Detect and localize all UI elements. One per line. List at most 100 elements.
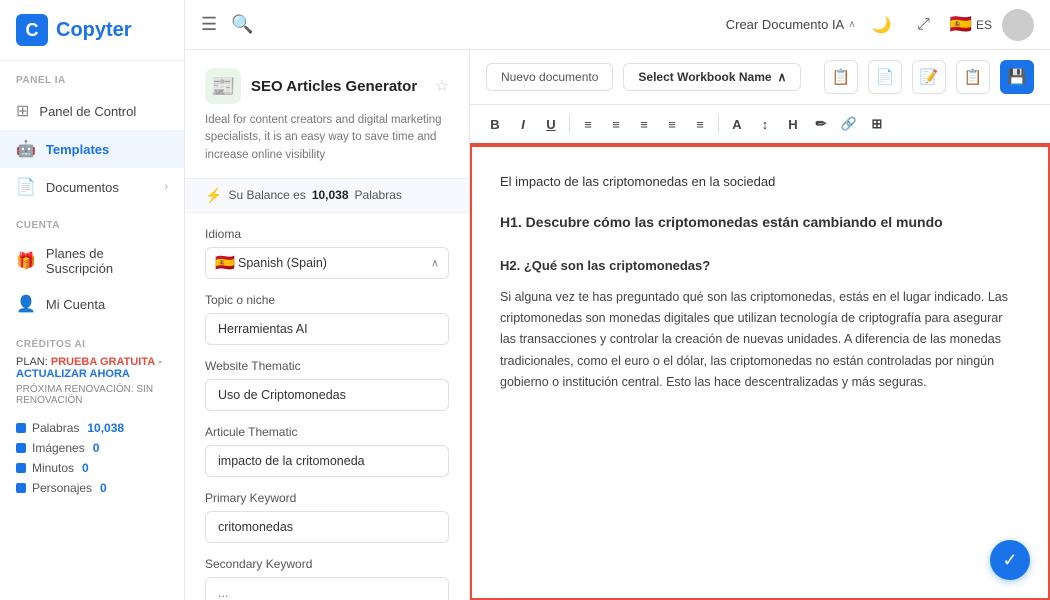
edit-button[interactable]: 📝 <box>912 60 946 94</box>
editor-topbar: Nuevo documento Select Workbook Name ∧ 📋… <box>470 50 1050 105</box>
plan-type: PRUEBA GRATUITA <box>51 356 155 368</box>
primary-keyword-input[interactable] <box>205 511 449 543</box>
credit-label: Imágenes <box>32 441 85 455</box>
bold-button[interactable]: B <box>482 111 508 137</box>
crear-chevron-icon: ∧ <box>848 19 855 30</box>
doc-name-button[interactable]: Nuevo documento <box>486 63 613 91</box>
moon-icon[interactable]: 🌙 <box>866 9 898 41</box>
article-label: Articule Thematic <box>205 425 449 439</box>
align-right-button[interactable]: ≡ <box>631 111 657 137</box>
lightning-icon: ⚡ <box>205 187 222 204</box>
grid-icon: ⊞ <box>16 101 29 121</box>
topic-input[interactable] <box>205 313 449 345</box>
form-template-icon: 📰 <box>205 68 241 104</box>
topbar: ☰ 🔍 Crear Documento IA ∧ 🌙 ⤢ 🇪🇸 ES <box>185 0 1050 50</box>
credit-value: 0 <box>93 441 100 455</box>
topbar-right: Crear Documento IA ∧ 🌙 ⤢ 🇪🇸 ES <box>726 9 1034 41</box>
pen-button[interactable]: ✏ <box>808 111 834 137</box>
star-icon[interactable]: ☆ <box>435 76 449 96</box>
credit-dot <box>16 423 26 433</box>
editor-wrapper: B I U ≡ ≡ ≡ ≡ ≡ A ↕ H ✏ 🔗 ⊞ <box>470 105 1050 600</box>
credit-row-minutos: Minutos 0 <box>0 458 184 478</box>
logo-area: C Copyter <box>0 0 184 61</box>
content-h2: H2. ¿Qué son las criptomonedas? <box>500 255 1020 277</box>
credit-dot <box>16 463 26 473</box>
primary-label: Primary Keyword <box>205 491 449 505</box>
credit-label: Minutos <box>32 461 74 475</box>
editor-panel: Nuevo documento Select Workbook Name ∧ 📋… <box>470 50 1050 600</box>
copy-button[interactable]: 📋 <box>824 60 858 94</box>
crear-documento-button[interactable]: Crear Documento IA ∧ <box>726 17 856 32</box>
primary-section: Primary Keyword <box>185 477 469 543</box>
lang-code: ES <box>976 18 992 32</box>
sidebar-item-planes[interactable]: 🎁 Planes de Suscripción <box>0 237 184 285</box>
align-left-button[interactable]: ≡ <box>575 111 601 137</box>
balance-prefix: Su Balance es <box>228 188 305 202</box>
gift-icon: 🎁 <box>16 251 36 271</box>
editor-content-area[interactable]: El impacto de las criptomonedas en la so… <box>470 145 1050 600</box>
ai-icon: 🤖 <box>16 139 36 159</box>
share-button[interactable]: 📋 <box>956 60 990 94</box>
idioma-select[interactable]: Spanish (Spain) English (US) French (Fra… <box>205 247 449 279</box>
website-label: Website Thematic <box>205 359 449 373</box>
editor-toolbar: B I U ≡ ≡ ≡ ≡ ≡ A ↕ H ✏ 🔗 ⊞ <box>470 105 1050 145</box>
underline-button[interactable]: U <box>538 111 564 137</box>
user-icon: 👤 <box>16 294 36 314</box>
doc-icon: 📄 <box>16 177 36 197</box>
form-header: 📰 SEO Articles Generator ☆ Ideal for con… <box>185 50 469 179</box>
heading-button[interactable]: H <box>780 111 806 137</box>
sidebar-item-mi-cuenta[interactable]: 👤 Mi Cuenta <box>0 285 184 323</box>
credit-value: 0 <box>82 461 89 475</box>
download-button[interactable]: 📄 <box>868 60 902 94</box>
sidebar-item-label: Mi Cuenta <box>46 297 105 312</box>
article-section: Articule Thematic <box>185 411 469 477</box>
credit-label: Palabras <box>32 421 79 435</box>
creditos-label: CRÉDITOS AI <box>16 339 168 356</box>
sidebar-item-documentos[interactable]: 📄 Documentos › <box>0 168 184 206</box>
panel-ia-label: PANEL IA <box>0 61 184 92</box>
content-area: 📰 SEO Articles Generator ☆ Ideal for con… <box>185 50 1050 600</box>
avatar[interactable] <box>1002 9 1034 41</box>
plan-text: PLAN: PRUEBA GRATUITA - ACTUALIZAR AHORA <box>16 356 168 380</box>
link-button[interactable]: 🔗 <box>836 111 862 137</box>
website-section: Website Thematic <box>185 345 469 411</box>
align-center-button[interactable]: ≡ <box>603 111 629 137</box>
table-button[interactable]: ⊞ <box>864 111 890 137</box>
font-color-button[interactable]: A <box>724 111 750 137</box>
list-button[interactable]: ≡ <box>687 111 713 137</box>
search-icon[interactable]: 🔍 <box>231 14 253 35</box>
workbook-chevron-icon: ∧ <box>778 70 787 84</box>
expand-icon[interactable]: ⤢ <box>908 9 940 41</box>
sidebar-item-templates[interactable]: 🤖 Templates <box>0 130 184 168</box>
idioma-select-wrapper: 🇪🇸 Spanish (Spain) English (US) French (… <box>205 247 449 279</box>
credit-label: Personajes <box>32 481 92 495</box>
logo-icon: C <box>16 14 48 46</box>
credit-dot <box>16 443 26 453</box>
fab-check-button[interactable]: ✓ <box>990 540 1030 580</box>
chevron-right-icon: › <box>164 181 168 193</box>
balance-value: 10,038 <box>312 188 349 202</box>
save-button[interactable]: 💾 <box>1000 60 1034 94</box>
website-input[interactable] <box>205 379 449 411</box>
justify-button[interactable]: ≡ <box>659 111 685 137</box>
crear-label: Crear Documento IA <box>726 17 845 32</box>
secondary-section: Secondary Keyword <box>185 543 469 600</box>
italic-button[interactable]: I <box>510 111 536 137</box>
flag-icon: 🇪🇸 <box>950 14 972 35</box>
credit-value: 0 <box>100 481 107 495</box>
article-input[interactable] <box>205 445 449 477</box>
sidebar-item-label: Planes de Suscripción <box>46 246 168 276</box>
workbook-select-button[interactable]: Select Workbook Name ∧ <box>623 63 801 91</box>
renovacion-text: PRÓXIMA RENOVACIÓN: SIN RENOVACIÓN <box>16 384 168 406</box>
font-size-button[interactable]: ↕ <box>752 111 778 137</box>
language-flag[interactable]: 🇪🇸 ES <box>950 14 992 35</box>
menu-icon[interactable]: ☰ <box>201 14 217 35</box>
idioma-label: Idioma <box>205 227 449 241</box>
plan-action-link[interactable]: ACTUALIZAR AHORA <box>16 368 130 380</box>
form-title-row: 📰 SEO Articles Generator ☆ <box>205 68 449 104</box>
sidebar-item-panel-control[interactable]: ⊞ Panel de Control <box>0 92 184 130</box>
plan-box: CRÉDITOS AI PLAN: PRUEBA GRATUITA - ACTU… <box>0 327 184 418</box>
check-icon: ✓ <box>1002 550 1017 571</box>
credit-dot <box>16 483 26 493</box>
secondary-keyword-input[interactable] <box>205 577 449 600</box>
